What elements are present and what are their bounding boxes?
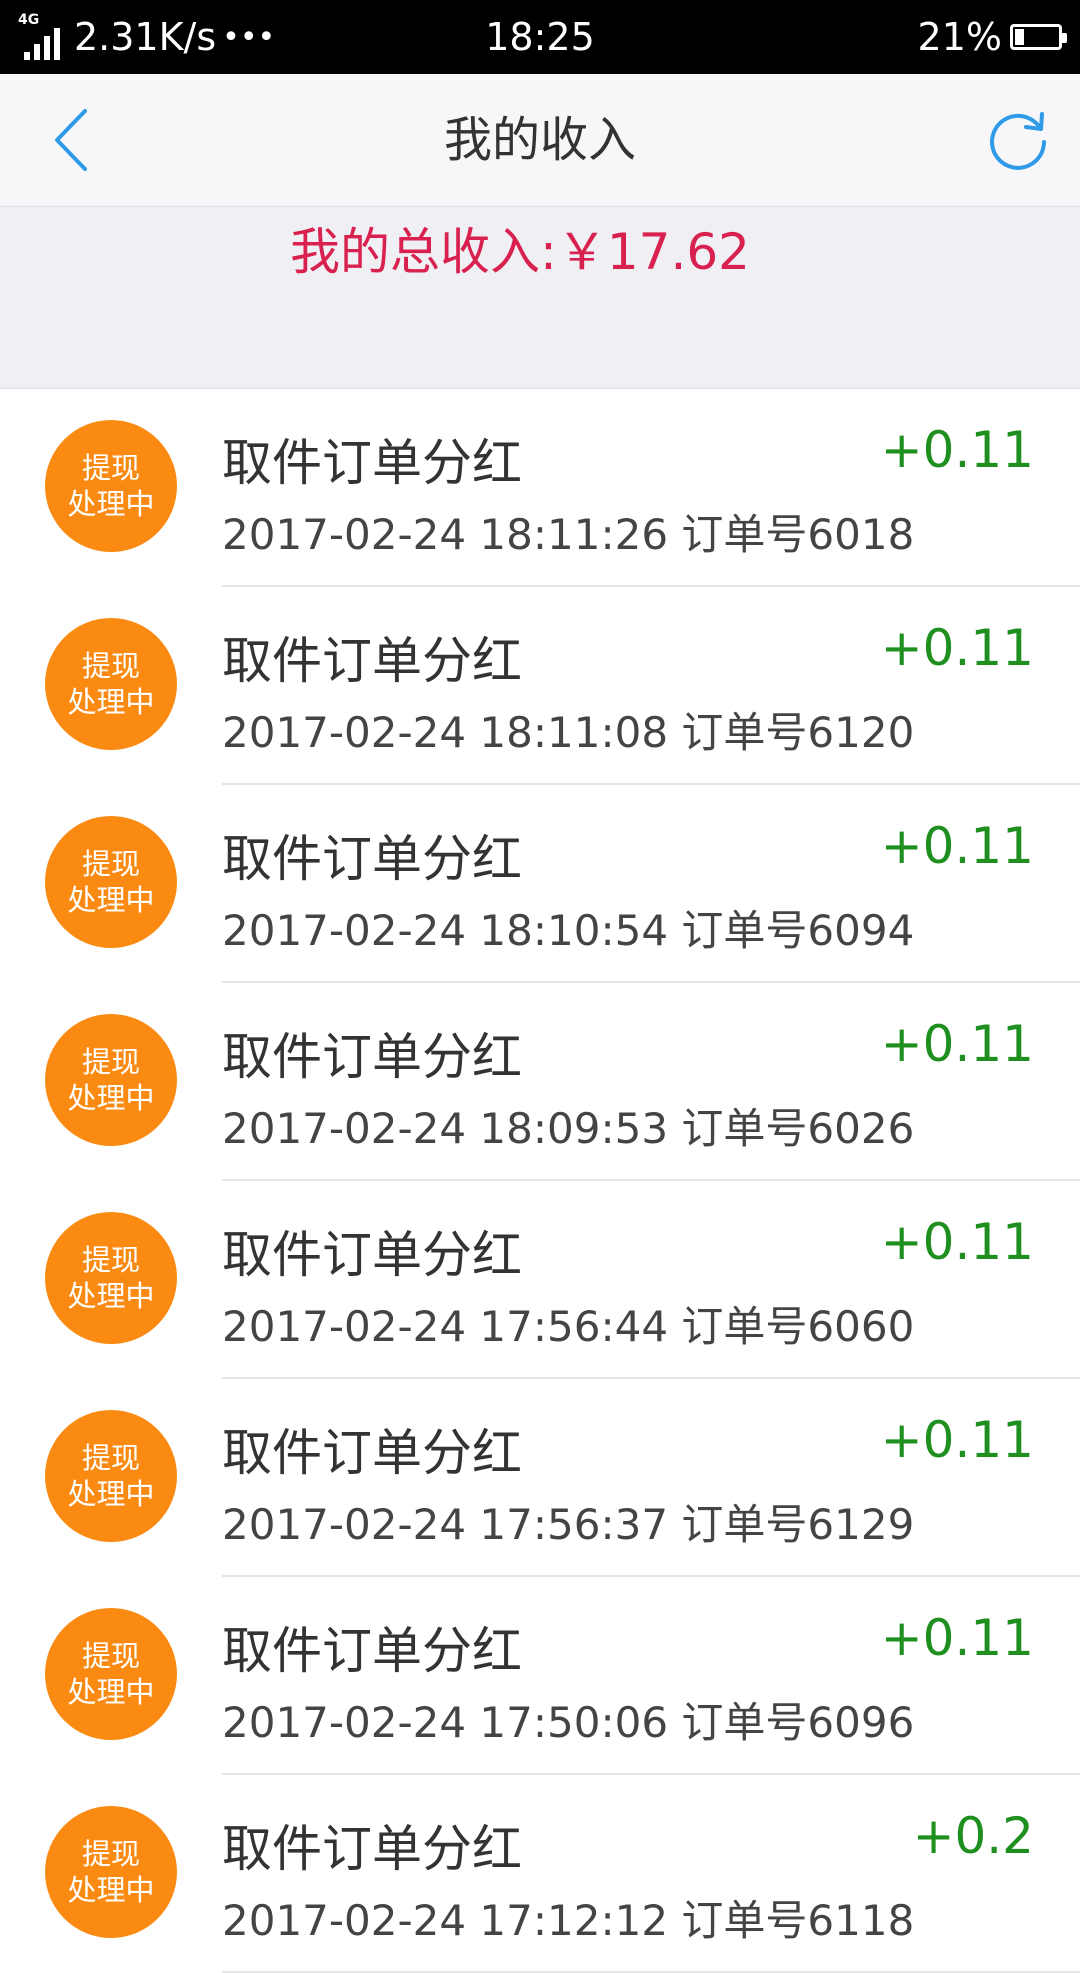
item-meta: 2017-02-24 17:56:44 订单号6060	[222, 1302, 915, 1351]
item-amount: +0.11	[880, 1411, 1034, 1469]
item-meta: 2017-02-24 18:11:08 订单号6120	[222, 708, 915, 757]
status-badge: 提现 处理中	[45, 420, 177, 552]
badge-line1: 提现	[81, 1441, 140, 1475]
item-title: 取件订单分红	[222, 830, 522, 888]
item-amount: +0.11	[880, 421, 1034, 479]
badge-line1: 提现	[81, 451, 140, 485]
badge-line2: 处理中	[67, 685, 155, 719]
status-badge: 提现 处理中	[45, 816, 177, 948]
item-title: 取件订单分红	[222, 434, 522, 492]
list-item[interactable]: 提现 处理中 取件订单分红 2017-02-24 17:56:37 订单号6129 +0…	[0, 1379, 1080, 1577]
nav-bar: 我的收入	[0, 74, 1080, 207]
list-item[interactable]: 提现 处理中 取件订单分红 2017-02-24 18:11:08 订单号6120 +0…	[0, 587, 1080, 785]
list-item[interactable]: 提现 处理中 取件订单分红 2017-02-24 18:10:54 订单号6094 +0…	[0, 785, 1080, 983]
list-item[interactable]: 提现 处理中 取件订单分红 2017-02-24 18:09:53 订单号6026 +0…	[0, 983, 1080, 1181]
badge-line1: 提现	[81, 649, 140, 683]
total-income: 我的总收入:￥17.62	[290, 223, 750, 281]
item-meta: 2017-02-24 18:09:53 订单号6026	[222, 1104, 915, 1153]
badge-line2: 处理中	[67, 1081, 155, 1115]
item-title: 取件订单分红	[222, 1820, 522, 1878]
item-meta: 2017-02-24 18:10:54 订单号6094	[222, 906, 915, 955]
item-meta: 2017-02-24 18:11:26 订单号6018	[222, 510, 915, 559]
status-badge: 提现 处理中	[45, 1608, 177, 1740]
badge-line1: 提现	[81, 1243, 140, 1277]
item-amount: +0.11	[880, 619, 1034, 677]
badge-line2: 处理中	[67, 1675, 155, 1709]
badge-line1: 提现	[81, 1639, 140, 1673]
badge-line1: 提现	[81, 1837, 140, 1871]
badge-line2: 处理中	[67, 883, 155, 917]
item-amount: +0.11	[880, 1015, 1034, 1073]
status-badge: 提现 处理中	[45, 1212, 177, 1344]
item-title: 取件订单分红	[222, 1028, 522, 1086]
badge-line2: 处理中	[67, 1279, 155, 1313]
list-item[interactable]: 提现 处理中 取件订单分红 2017-02-24 17:50:06 订单号6096 +0…	[0, 1577, 1080, 1775]
status-badge: 提现 处理中	[45, 1014, 177, 1146]
item-meta: 2017-02-24 17:50:06 订单号6096	[222, 1698, 915, 1747]
item-amount: +0.2	[912, 1807, 1034, 1865]
clock: 18:25	[485, 15, 595, 59]
status-badge: 提现 处理中	[45, 1806, 177, 1938]
income-summary: 我的总收入:￥17.62	[0, 207, 1080, 389]
battery-icon	[1010, 24, 1067, 50]
badge-line2: 处理中	[67, 1873, 155, 1907]
item-meta: 2017-02-24 17:12:12 订单号6118	[222, 1896, 915, 1945]
item-title: 取件订单分红	[222, 1424, 522, 1482]
badge-line1: 提现	[81, 1045, 140, 1079]
status-badge: 提现 处理中	[45, 618, 177, 750]
item-amount: +0.11	[880, 817, 1034, 875]
item-title: 取件订单分红	[222, 1622, 522, 1680]
item-title: 取件订单分红	[222, 1226, 522, 1284]
status-badge: 提现 处理中	[45, 1410, 177, 1542]
item-meta: 2017-02-24 17:56:37 订单号6129	[222, 1500, 915, 1549]
list-item[interactable]: 提现 处理中 取件订单分红 2017-02-24 18:11:26 订单号6018 +0…	[0, 389, 1080, 587]
battery-percent: 21%	[917, 15, 1002, 59]
badge-line2: 处理中	[67, 487, 155, 521]
status-right: 21%	[917, 0, 1067, 74]
badge-line1: 提现	[81, 847, 140, 881]
battery-fill	[1015, 29, 1024, 45]
income-list: 提现 处理中 取件订单分红 2017-02-24 18:11:26 订单号6018 +0…	[0, 389, 1080, 1973]
page-title: 我的收入	[443, 112, 636, 168]
list-item[interactable]: 提现 处理中 取件订单分红 2017-02-24 17:56:44 订单号6060 +0…	[0, 1181, 1080, 1379]
refresh-button[interactable]	[982, 104, 1054, 176]
status-bar: 4G 2.31K/s ••• 18:25 21%	[0, 0, 1080, 74]
item-amount: +0.11	[880, 1609, 1034, 1667]
item-amount: +0.11	[880, 1213, 1034, 1271]
item-title: 取件订单分红	[222, 632, 522, 690]
list-item[interactable]: 提现 处理中 取件订单分红 2017-02-24 17:12:12 订单号6118 +0…	[0, 1775, 1080, 1973]
refresh-icon	[990, 112, 1046, 170]
badge-line2: 处理中	[67, 1477, 155, 1511]
